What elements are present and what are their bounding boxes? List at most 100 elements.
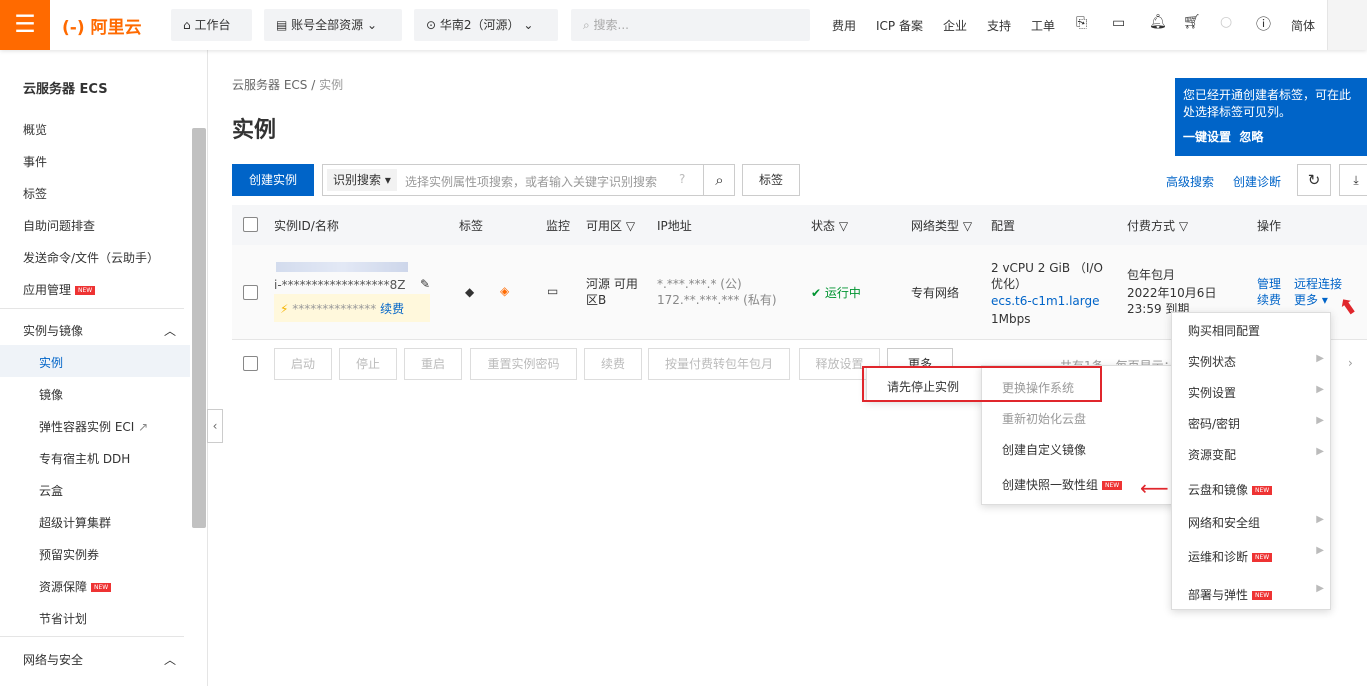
create-instance-button[interactable]: 创建实例 <box>232 164 314 196</box>
breadcrumb-item[interactable]: 云服务器 ECS <box>232 78 307 92</box>
lightbulb-icon[interactable]: ○ <box>1220 14 1232 30</box>
create-diagnosis-link[interactable]: 创建诊断 <box>1233 173 1281 190</box>
tag-icon[interactable]: ◆ <box>465 284 474 300</box>
chevron-up-icon: ︿ <box>163 324 176 338</box>
instance-id[interactable]: i-******************8Z <box>274 277 419 293</box>
sidebar-scrollbar[interactable] <box>192 128 206 528</box>
sidebar-item-ddh[interactable]: 专有宿主机 DDH <box>39 450 130 467</box>
next-page-icon[interactable]: › <box>1348 356 1353 370</box>
sidebar-item-assurance[interactable]: 资源保障 NEW <box>39 578 112 595</box>
cart-icon[interactable]: 🛒︎ <box>1183 14 1201 30</box>
sidebar-item-cloud-assistant[interactable]: 发送命令/文件（云助手） <box>23 249 159 266</box>
menu-item-buy-same[interactable]: 购买相同配置 <box>1188 322 1260 339</box>
nav-enterprise[interactable]: 企业 <box>943 17 967 34</box>
menu-item-password-key[interactable]: 密码/密钥 <box>1188 415 1240 432</box>
select-all-checkbox[interactable] <box>243 217 258 232</box>
restart-button[interactable]: 重启 <box>404 348 462 380</box>
header-zone[interactable]: 可用区 ▽ <box>586 217 635 234</box>
api-icon[interactable]: ⎘ <box>1076 15 1087 31</box>
menu-item-reinit-disk[interactable]: 重新初始化云盘 <box>1002 410 1086 427</box>
menu-item-ops-diagnosis[interactable]: 运维和诊断 NEW <box>1188 548 1273 565</box>
region-selector[interactable]: ⊙ 华南2（河源） ⌄ <box>414 9 558 41</box>
sidebar-item-cloudbox[interactable]: 云盒 <box>39 482 63 499</box>
help-icon[interactable]: ⓘ <box>1256 13 1271 34</box>
sidebar-item-images[interactable]: 镜像 <box>39 386 63 403</box>
header-network[interactable]: 网络类型 ▽ <box>911 217 972 234</box>
menu-item-disk-image[interactable]: 云盘和镜像 NEW <box>1188 481 1273 498</box>
sidebar-item-savings[interactable]: 节省计划 <box>39 610 87 627</box>
remote-connect-link[interactable]: 远程连接 <box>1294 276 1342 292</box>
workbench-label: 工作台 <box>194 18 231 32</box>
sidebar-item-scc[interactable]: 超级计算集群 <box>39 514 111 531</box>
label: 可用区 <box>586 219 623 233</box>
avatar[interactable] <box>1327 0 1367 50</box>
header-config: 配置 <box>991 219 1016 233</box>
header-ip: IP地址 <box>657 219 692 233</box>
logo[interactable]: (-) 阿里云 <box>62 13 142 38</box>
label: 运行中 <box>824 286 861 300</box>
row-checkbox[interactable] <box>243 285 258 300</box>
sidebar-item-instances[interactable]: 实例 <box>39 354 63 371</box>
resource-selector[interactable]: ▤ 账号全部资源 ⌄ <box>264 9 402 41</box>
collapse-sidebar-button[interactable]: ‹ <box>207 409 223 443</box>
language-switch[interactable]: 简体 <box>1291 17 1315 34</box>
menu-item-deploy-elastic[interactable]: 部署与弹性 NEW <box>1188 586 1273 603</box>
edit-icon[interactable]: ✎ <box>420 276 430 292</box>
search-type-select[interactable]: 识别搜索 ▾ <box>327 169 397 191</box>
footer-checkbox[interactable] <box>243 356 258 371</box>
instance-type-link[interactable]: ecs.t6-c1m1.large <box>991 293 1100 309</box>
instance-search[interactable]: 识别搜索 ▾ 选择实例属性项搜索，或者输入关键字识别搜索 ? ⌕ <box>322 164 735 196</box>
header-tags: 标签 <box>459 219 484 233</box>
label: 云盘和镜像 <box>1188 483 1249 497</box>
renew-link[interactable]: 续费 <box>380 302 404 316</box>
manage-link[interactable]: 管理 <box>1257 276 1281 292</box>
advanced-search-link[interactable]: 高级搜索 <box>1166 173 1214 190</box>
header-status[interactable]: 状态 ▽ <box>811 217 848 234</box>
menu-item-instance-status[interactable]: 实例状态 <box>1188 353 1236 370</box>
setup-link[interactable]: 一键设置 <box>1183 130 1231 144</box>
new-badge: NEW <box>1102 481 1123 490</box>
label: 创建快照一致性组 <box>1002 478 1099 492</box>
sidebar-item-reserved[interactable]: 预留实例券 <box>39 546 99 563</box>
chevron-right-icon: ▶ <box>1316 353 1324 364</box>
sidebar-group-network[interactable]: 网络与安全 ︿ <box>23 651 176 668</box>
terminal-icon[interactable]: ▭ <box>1112 15 1125 31</box>
layers-icon[interactable]: ◈ <box>500 283 509 299</box>
renew-button[interactable]: 续费 <box>584 348 642 380</box>
stop-button[interactable]: 停止 <box>339 348 397 380</box>
workbench-button[interactable]: ⌂ 工作台 <box>171 9 252 41</box>
menu-item-instance-settings[interactable]: 实例设置 <box>1188 384 1236 401</box>
sidebar-item-overview[interactable]: 概览 <box>23 121 47 138</box>
header-billing[interactable]: 付费方式 ▽ <box>1127 217 1188 234</box>
sidebar-item-events[interactable]: 事件 <box>23 153 47 170</box>
more-link[interactable]: 更多 ▾ <box>1294 292 1328 308</box>
menu-item-create-image[interactable]: 创建自定义镜像 <box>1002 441 1086 458</box>
sidebar-item-eci[interactable]: 弹性容器实例 ECI ↗ <box>39 418 148 435</box>
sidebar-item-app-management[interactable]: 应用管理 NEW <box>23 281 96 298</box>
nav-icp[interactable]: ICP 备案 <box>876 17 923 34</box>
sidebar-item-tags[interactable]: 标签 <box>23 185 47 202</box>
breadcrumb: 云服务器 ECS / 实例 <box>232 78 344 92</box>
refresh-icon[interactable]: ↻ <box>1297 164 1331 196</box>
convert-billing-button[interactable]: 按量付费转包年包月 <box>648 348 790 380</box>
start-button[interactable]: 启动 <box>274 348 332 380</box>
menu-icon[interactable]: ☰ <box>0 0 50 50</box>
menu-item-snapshot-group[interactable]: 创建快照一致性组 NEW <box>1002 476 1123 493</box>
ignore-link[interactable]: 忽略 <box>1239 130 1263 144</box>
menu-item-network-security[interactable]: 网络和安全组 <box>1188 514 1260 531</box>
global-search[interactable]: ⌕ 搜索... <box>571 9 810 41</box>
sidebar-item-troubleshoot[interactable]: 自助问题排查 <box>23 217 95 234</box>
monitor-icon[interactable]: ▭ <box>547 283 558 299</box>
sidebar-group-instances[interactable]: 实例与镜像 ︿ <box>23 322 176 339</box>
renew-link[interactable]: 续费 <box>1257 292 1281 308</box>
search-icon[interactable]: ⌕ <box>703 165 735 195</box>
nav-support[interactable]: 支持 <box>987 17 1011 34</box>
nav-fee[interactable]: 费用 <box>832 17 856 34</box>
reset-password-button[interactable]: 重置实例密码 <box>470 348 577 380</box>
tag-button[interactable]: 标签 <box>742 164 800 196</box>
menu-item-resize[interactable]: 资源变配 <box>1188 446 1236 463</box>
nav-ticket[interactable]: 工单 <box>1031 17 1055 34</box>
download-icon[interactable]: ⤓ <box>1339 164 1367 196</box>
bell-icon[interactable]: 🔔︎ <box>1149 14 1167 30</box>
renew-tip: ⚡ ************** 续费 <box>274 294 430 322</box>
